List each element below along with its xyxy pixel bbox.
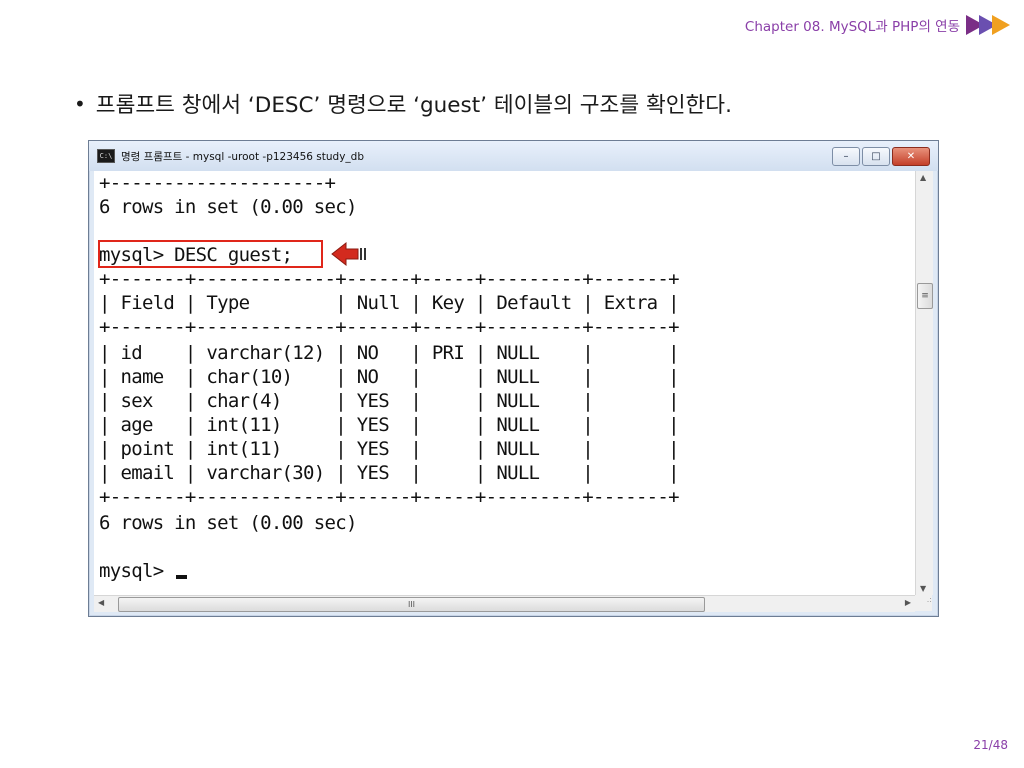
chapter-title: Chapter 08. MySQL과 PHP의 연동	[744, 19, 960, 35]
prompt-text: mysql>	[99, 560, 175, 582]
vertical-scrollbar[interactable]: ▲ ≡ ▼	[915, 171, 933, 595]
scroll-down-icon[interactable]: ▼	[920, 584, 926, 593]
bullet-text: 프롬프트 창에서 ‘DESC’ 명령으로 ‘guest’ 테이블의 구조를 확인…	[95, 93, 732, 118]
command-highlight-box	[98, 240, 323, 268]
minimize-button[interactable]: –	[832, 147, 860, 166]
chevron-icon	[992, 15, 1010, 35]
table-row: | name | char(10) | NO | | NULL | |	[99, 366, 680, 388]
resize-grip-icon[interactable]: .:	[915, 595, 932, 611]
maximize-button[interactable]: □	[862, 147, 890, 166]
console-line: +--------------------+	[99, 172, 336, 194]
prompt-line[interactable]: mysql>	[99, 559, 188, 583]
chevron-arrows-icon	[966, 15, 1010, 35]
cmd-app-icon[interactable]: C:\	[97, 149, 115, 163]
console-line: +-------+-------------+------+-----+----…	[99, 486, 680, 508]
pointer-arrow-icon	[331, 241, 366, 267]
console-line: 6 rows in set (0.00 sec)	[99, 196, 357, 218]
text-cursor	[176, 575, 188, 579]
page-number: 21/48	[973, 738, 1008, 752]
console-output[interactable]: +--------------------+ 6 rows in set (0.…	[94, 171, 915, 595]
scroll-left-icon[interactable]: ◀	[98, 598, 104, 607]
console-window: C:\ 명령 프롬프트 - mysql -uroot -p123456 stud…	[88, 140, 939, 617]
table-row: | age | int(11) | YES | | NULL | |	[99, 414, 680, 436]
scroll-right-icon[interactable]: ▶	[905, 598, 911, 607]
table-row: | email | varchar(30) | YES | | NULL | |	[99, 462, 680, 484]
table-row: | point | int(11) | YES | | NULL | |	[99, 438, 680, 460]
console-line: +-------+-------------+------+-----+----…	[99, 316, 680, 338]
table-header-row: | Field | Type | Null | Key | Default | …	[99, 292, 680, 314]
close-button[interactable]: ✕	[892, 147, 930, 166]
window-title: 명령 프롬프트 - mysql -uroot -p123456 study_db	[121, 150, 365, 163]
bullet-icon: •	[74, 91, 86, 116]
table-row: | id | varchar(12) | NO | PRI | NULL | |	[99, 342, 680, 364]
horizontal-scroll-thumb[interactable]: III	[118, 597, 705, 612]
horizontal-scrollbar[interactable]: ◀ III ▶	[94, 595, 915, 612]
table-row: | sex | char(4) | YES | | NULL | |	[99, 390, 680, 412]
chapter-header: Chapter 08. MySQL과 PHP의 연동	[745, 14, 1010, 36]
console-line: +-------+-------------+------+-----+----…	[99, 268, 680, 290]
bullet-item: • 프롬프트 창에서 ‘DESC’ 명령으로 ‘guest’ 테이블의 구조를 …	[74, 88, 732, 119]
window-controls: – □ ✕	[832, 147, 930, 166]
console-line: 6 rows in set (0.00 sec)	[99, 512, 357, 534]
vertical-scroll-thumb[interactable]: ≡	[917, 283, 933, 309]
scroll-up-icon[interactable]: ▲	[920, 173, 926, 182]
window-titlebar[interactable]: C:\ 명령 프롬프트 - mysql -uroot -p123456 stud…	[89, 141, 938, 171]
